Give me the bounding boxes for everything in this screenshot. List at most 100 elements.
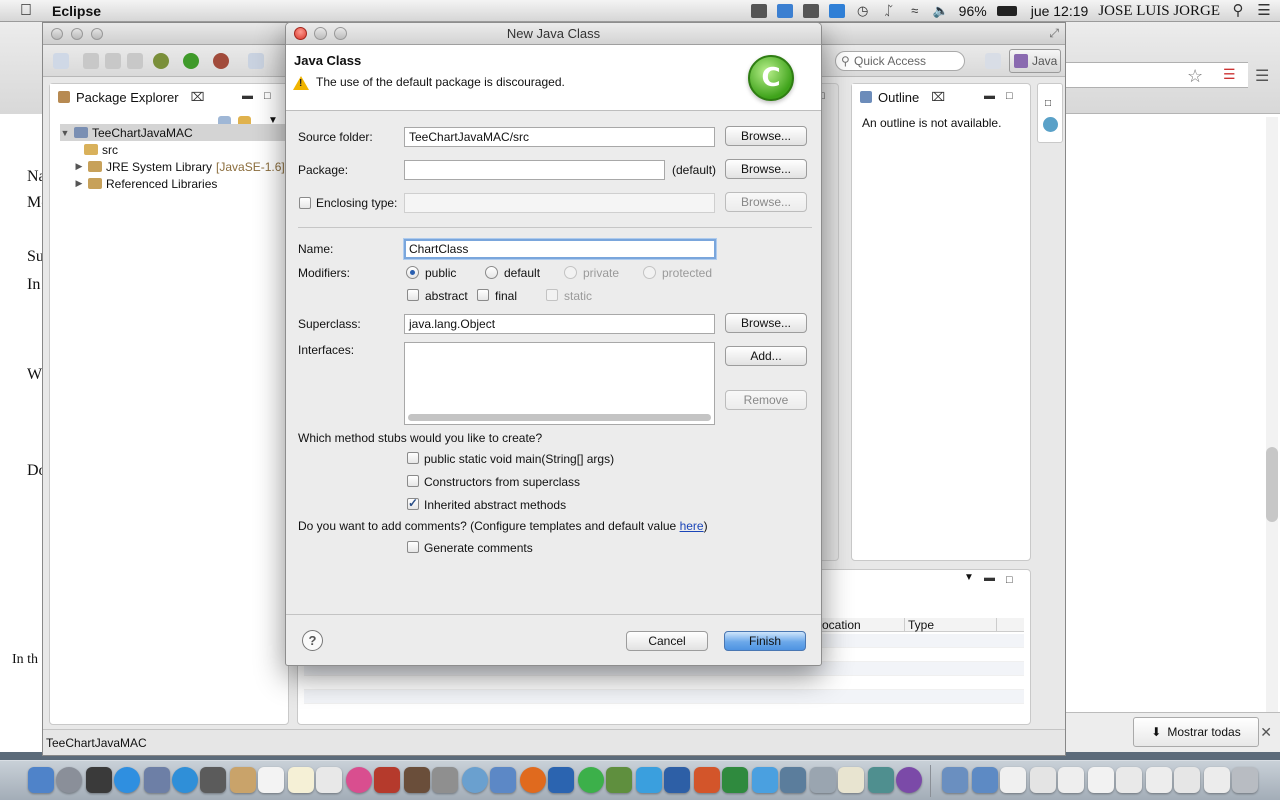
- expand-toggle-icon[interactable]: ▼: [60, 128, 70, 138]
- inherited-abstract-methods-checkbox[interactable]: [407, 496, 419, 510]
- maximize-view-icon[interactable]: □: [264, 90, 271, 102]
- tree-item-referenced-libraries[interactable]: ▶ Referenced Libraries: [60, 175, 285, 192]
- page-scrollbar-track[interactable]: [1266, 117, 1278, 737]
- document-icon-2[interactable]: [1030, 767, 1056, 793]
- constructors-checkbox[interactable]: [407, 475, 419, 487]
- document-icon-5[interactable]: [1116, 767, 1142, 793]
- photo-booth-icon[interactable]: [374, 767, 400, 793]
- contacts-icon[interactable]: [230, 767, 256, 793]
- save-all-icon[interactable]: [105, 53, 121, 69]
- package-explorer-tab[interactable]: Package Explorer ⌧: [50, 84, 205, 110]
- close-tab-icon[interactable]: ⌧: [191, 90, 205, 104]
- volume-icon[interactable]: 🔈: [933, 4, 949, 18]
- wifi-icon[interactable]: ≈: [907, 4, 923, 18]
- close-tab-icon[interactable]: ⌧: [931, 90, 945, 104]
- app-icon-7[interactable]: [868, 767, 894, 793]
- tree-item-project[interactable]: ▼ TeeChartJavaMAC: [60, 124, 285, 141]
- user-menu[interactable]: JOSE LUIS JORGE: [1098, 3, 1220, 20]
- minimize-view-icon[interactable]: ▬: [242, 90, 253, 102]
- app-icon-3[interactable]: [606, 767, 632, 793]
- browse-source-folder-button[interactable]: Browse...: [725, 126, 807, 146]
- finder-icon[interactable]: [28, 767, 54, 793]
- tree-item-jre[interactable]: ▶ JRE System Library [JavaSE-1.6]: [60, 158, 285, 175]
- minimize-window-icon[interactable]: [71, 28, 83, 40]
- folder-icon[interactable]: [972, 767, 998, 793]
- messenger-icon[interactable]: [752, 767, 778, 793]
- final-checkbox[interactable]: [477, 289, 489, 301]
- table-row[interactable]: [304, 690, 1024, 704]
- generate-comments-checkbox[interactable]: [407, 541, 419, 553]
- bookmark-star-icon[interactable]: ☆: [1187, 66, 1203, 87]
- app-icon-2[interactable]: [548, 767, 574, 793]
- document-icon-8[interactable]: [1204, 767, 1230, 793]
- minimize-dialog-icon[interactable]: [314, 27, 327, 40]
- minimize-view-icon[interactable]: ▬: [984, 90, 995, 102]
- help-icon[interactable]: ?: [302, 630, 323, 651]
- abstract-checkbox[interactable]: [407, 289, 419, 301]
- restore-icon[interactable]: □: [1045, 98, 1051, 109]
- task-list-icon[interactable]: [1043, 117, 1058, 132]
- protected-radio[interactable]: [643, 266, 656, 279]
- skip-breakpoints-icon[interactable]: [248, 53, 264, 69]
- new-icon[interactable]: [53, 53, 69, 69]
- close-window-icon[interactable]: [51, 28, 63, 40]
- default-radio[interactable]: [485, 266, 498, 279]
- run-icon[interactable]: [183, 53, 199, 69]
- bluetooth-icon[interactable]: ᛢ: [881, 4, 897, 18]
- interfaces-horizontal-scrollbar[interactable]: [408, 414, 711, 421]
- notification-center-icon[interactable]: ☰: [1256, 3, 1272, 18]
- column-header[interactable]: Type: [908, 618, 934, 632]
- calendar-icon[interactable]: [258, 767, 284, 793]
- dropbox-icon[interactable]: [776, 4, 793, 18]
- preview-icon[interactable]: [144, 767, 170, 793]
- source-folder-field[interactable]: TeeChartJavaMAC/src: [404, 127, 715, 147]
- java-perspective-button[interactable]: Java: [1009, 49, 1061, 73]
- launchpad-icon[interactable]: [56, 767, 82, 793]
- view-menu-icon[interactable]: ▼: [964, 572, 974, 583]
- address-bar[interactable]: [1063, 62, 1248, 88]
- quick-access-field[interactable]: ⚲ Quick Access: [835, 51, 965, 71]
- app-icon[interactable]: [462, 767, 488, 793]
- time-machine-icon[interactable]: ◷: [855, 4, 871, 18]
- debug-icon[interactable]: [153, 53, 169, 69]
- zoom-window-icon[interactable]: [91, 28, 103, 40]
- add-interface-button[interactable]: Add...: [725, 346, 807, 366]
- remove-interface-button[interactable]: Remove: [725, 390, 807, 410]
- configure-templates-link[interactable]: here: [680, 519, 704, 533]
- enclosing-type-checkbox[interactable]: [299, 197, 311, 209]
- enclosing-type-field[interactable]: [404, 193, 715, 213]
- mission-control-icon[interactable]: [86, 767, 112, 793]
- battery-percent[interactable]: 96%: [959, 3, 987, 19]
- clock[interactable]: jue 12:19: [1031, 3, 1089, 19]
- facetime-icon[interactable]: [200, 767, 226, 793]
- main-method-checkbox[interactable]: [407, 452, 419, 464]
- app-icon-5[interactable]: [810, 767, 836, 793]
- firefox-icon[interactable]: [520, 767, 546, 793]
- expand-toggle-icon[interactable]: ▶: [74, 178, 84, 189]
- table-row[interactable]: [304, 676, 1024, 690]
- maximize-view-icon[interactable]: □: [1006, 574, 1013, 586]
- document-icon-6[interactable]: [1146, 767, 1172, 793]
- word-icon[interactable]: [664, 767, 690, 793]
- fullscreen-icon[interactable]: ⤢: [1049, 26, 1059, 41]
- status-app-icon[interactable]: [750, 4, 767, 18]
- system-preferences-icon[interactable]: [432, 767, 458, 793]
- superclass-field[interactable]: java.lang.Object: [404, 314, 715, 334]
- browse-superclass-button[interactable]: Browse...: [725, 313, 807, 333]
- app-menu[interactable]: Eclipse: [52, 3, 101, 19]
- expand-toggle-icon[interactable]: ▶: [74, 161, 84, 172]
- finish-button[interactable]: Finish: [724, 631, 806, 651]
- skype-icon[interactable]: [828, 4, 845, 18]
- downloads-stack-icon[interactable]: [942, 767, 968, 793]
- print-icon[interactable]: [127, 53, 143, 69]
- document-icon-4[interactable]: [1088, 767, 1114, 793]
- itunes-icon[interactable]: [346, 767, 372, 793]
- trash-icon[interactable]: [1232, 767, 1258, 793]
- excel-icon[interactable]: [722, 767, 748, 793]
- badge-icon[interactable]: ☰: [1223, 66, 1236, 83]
- minimize-view-icon[interactable]: ▬: [984, 572, 995, 584]
- tree-item-src[interactable]: src: [60, 141, 285, 158]
- column-header[interactable]: ocation: [822, 618, 861, 632]
- maximize-view-icon[interactable]: □: [1006, 90, 1013, 102]
- zoom-dialog-icon[interactable]: [334, 27, 347, 40]
